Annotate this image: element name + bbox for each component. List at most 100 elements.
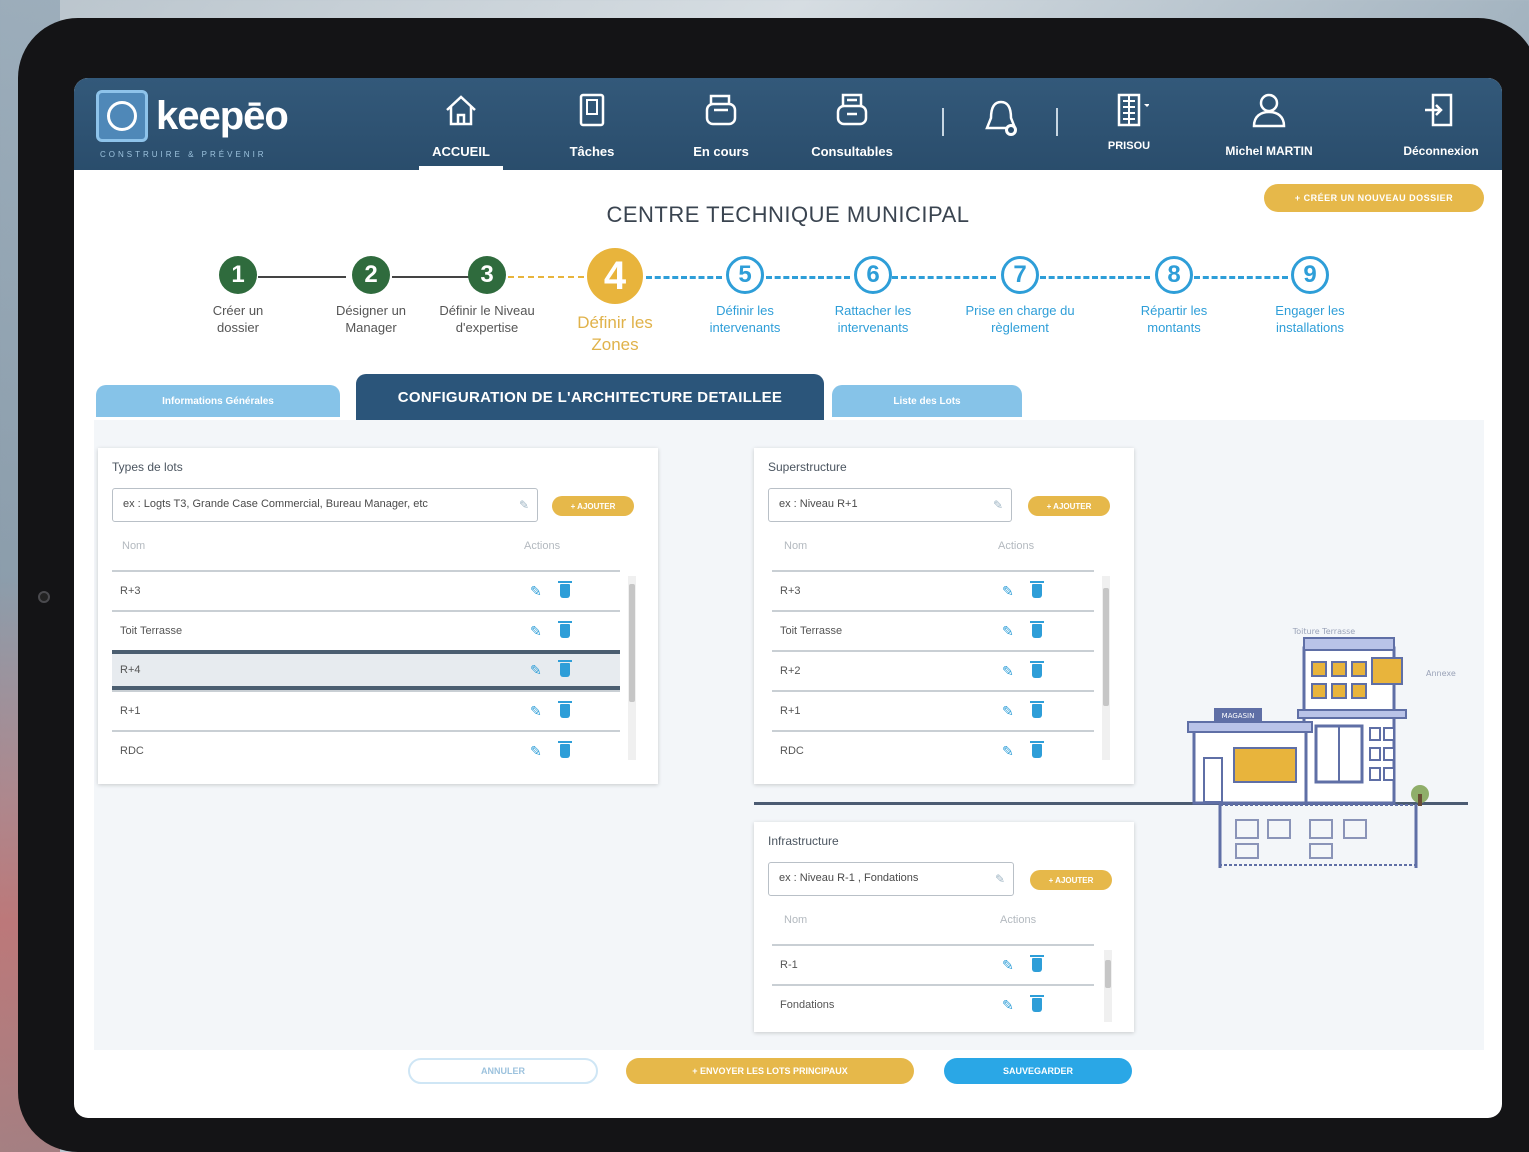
superstructure-list: R+3 ✎ Toit Terrasse ✎ R+2 ✎ R+1 ✎ RDC ✎ bbox=[772, 570, 1094, 770]
bell-icon bbox=[981, 98, 1021, 138]
lot-type-input[interactable]: ex : Logts T3, Grande Case Commercial, B… bbox=[112, 488, 538, 522]
nav-accueil[interactable]: ACCUEIL bbox=[419, 86, 503, 170]
edit-icon[interactable]: ✎ bbox=[1002, 998, 1016, 1012]
home-icon bbox=[441, 90, 481, 130]
trash-icon[interactable] bbox=[558, 581, 572, 598]
step-7[interactable]: 7 Prise en charge du règlement bbox=[955, 256, 1085, 336]
logout-button[interactable]: Déconnexion bbox=[1396, 86, 1486, 170]
step-1[interactable]: 1 Créer un dossier bbox=[173, 256, 303, 336]
nav-separator bbox=[1056, 108, 1058, 136]
table-row[interactable]: R+1 ✎ bbox=[772, 690, 1094, 730]
step-8[interactable]: 8 Répartir les montants bbox=[1109, 256, 1239, 336]
panel-title: Infrastructure bbox=[768, 834, 839, 848]
document-icon bbox=[572, 90, 612, 130]
tablet-camera bbox=[38, 591, 50, 603]
trash-icon[interactable] bbox=[1030, 741, 1044, 758]
edit-icon[interactable]: ✎ bbox=[530, 744, 544, 758]
edit-icon[interactable]: ✎ bbox=[1002, 704, 1016, 718]
trash-icon[interactable] bbox=[1030, 701, 1044, 718]
save-button[interactable]: SAUVEGARDER bbox=[944, 1058, 1132, 1084]
step-label: Définir les Zones bbox=[577, 313, 653, 354]
superstructure-input[interactable]: ex : Niveau R+1 ✎ bbox=[768, 488, 1012, 522]
nav-consultables[interactable]: Consultables bbox=[807, 86, 897, 170]
nav-taches[interactable]: Tâches bbox=[562, 86, 622, 170]
add-superstructure-button[interactable]: + AJOUTER bbox=[1028, 496, 1110, 516]
table-row[interactable]: R-1 ✎ bbox=[772, 944, 1094, 984]
logo-tagline: CONSTRUIRE & PRÉVENIR bbox=[100, 150, 267, 159]
step-4[interactable]: 4 Définir les Zones bbox=[550, 248, 680, 356]
user-menu[interactable]: Michel MARTIN bbox=[1214, 86, 1324, 170]
trash-icon[interactable] bbox=[558, 660, 572, 677]
building-illustration: MAGASIN Toiture Terrasse Annexe bbox=[1187, 627, 1456, 868]
trash-icon[interactable] bbox=[1030, 661, 1044, 678]
edit-icon[interactable]: ✎ bbox=[1002, 958, 1016, 972]
scrollbar[interactable] bbox=[1104, 950, 1112, 1022]
folder-stack-icon bbox=[701, 90, 741, 130]
column-header-actions: Actions bbox=[1000, 914, 1037, 926]
pencil-icon: ✎ bbox=[992, 498, 1003, 512]
table-row[interactable]: R+2 ✎ bbox=[772, 650, 1094, 690]
app-logo[interactable]: keepēo bbox=[96, 90, 289, 142]
annex-label: Annexe bbox=[1426, 669, 1456, 678]
table-row[interactable]: Fondations ✎ bbox=[772, 984, 1094, 1024]
top-navigation-bar: keepēo CONSTRUIRE & PRÉVENIR ACCUEIL Tâc… bbox=[74, 78, 1502, 170]
tab-liste-des-lots[interactable]: Liste des Lots bbox=[832, 385, 1022, 417]
step-number: 6 bbox=[854, 256, 892, 294]
panel-title: Superstructure bbox=[768, 460, 847, 474]
tab-informations-generales[interactable]: Informations Générales bbox=[96, 385, 340, 417]
step-label: Prise en charge du règlement bbox=[965, 303, 1075, 335]
panel-infrastructure: Infrastructure ex : Niveau R-1 , Fondati… bbox=[754, 822, 1134, 1032]
org-selector[interactable]: PRISOU bbox=[1094, 86, 1164, 170]
scrollbar[interactable] bbox=[628, 576, 636, 760]
trash-icon[interactable] bbox=[1030, 581, 1044, 598]
step-3[interactable]: 3 Définir le Niveau d'expertise bbox=[422, 256, 552, 336]
table-row[interactable]: Toit Terrasse ✎ bbox=[112, 610, 620, 650]
workflow-stepper: 1 Créer un dossier 2 Désigner un Manager… bbox=[74, 248, 1502, 358]
edit-icon[interactable]: ✎ bbox=[1002, 744, 1016, 758]
scrollbar[interactable] bbox=[1102, 576, 1110, 760]
table-row[interactable]: R+3 ✎ bbox=[772, 570, 1094, 610]
trash-icon[interactable] bbox=[558, 701, 572, 718]
trash-icon[interactable] bbox=[1030, 955, 1044, 972]
send-main-lots-button[interactable]: + ENVOYER LES LOTS PRINCIPAUX bbox=[626, 1058, 914, 1084]
step-5[interactable]: 5 Définir les intervenants bbox=[680, 256, 810, 336]
edit-icon[interactable]: ✎ bbox=[530, 624, 544, 638]
infrastructure-list: R-1 ✎ Fondations ✎ bbox=[772, 944, 1094, 1024]
pencil-icon: ✎ bbox=[994, 872, 1005, 886]
edit-icon[interactable]: ✎ bbox=[530, 704, 544, 718]
logo-mark-icon bbox=[96, 90, 148, 142]
table-row-selected[interactable]: R+4 ✎ bbox=[112, 650, 620, 690]
exit-door-icon bbox=[1421, 90, 1461, 130]
edit-icon[interactable]: ✎ bbox=[1002, 664, 1016, 678]
table-row[interactable]: RDC ✎ bbox=[772, 730, 1094, 770]
trash-icon[interactable] bbox=[1030, 995, 1044, 1012]
nav-en-cours[interactable]: En cours bbox=[691, 86, 751, 170]
trash-icon[interactable] bbox=[1030, 621, 1044, 638]
table-row[interactable]: R+3 ✎ bbox=[112, 570, 620, 610]
column-header-actions: Actions bbox=[524, 540, 561, 552]
step-number: 8 bbox=[1155, 256, 1193, 294]
panel-types-de-lots: Types de lots ex : Logts T3, Grande Case… bbox=[98, 448, 658, 784]
table-row[interactable]: Toit Terrasse ✎ bbox=[772, 610, 1094, 650]
step-number: 9 bbox=[1291, 256, 1329, 294]
step-2[interactable]: 2 Désigner un Manager bbox=[306, 256, 436, 336]
step-9[interactable]: 9 Engager les installations bbox=[1245, 256, 1375, 336]
column-header-name: Nom bbox=[122, 540, 146, 552]
notifications-button[interactable] bbox=[976, 86, 1026, 170]
table-row[interactable]: RDC ✎ bbox=[112, 730, 620, 770]
trash-icon[interactable] bbox=[558, 741, 572, 758]
edit-icon[interactable]: ✎ bbox=[1002, 624, 1016, 638]
add-infrastructure-button[interactable]: + AJOUTER bbox=[1030, 870, 1112, 890]
infrastructure-input[interactable]: ex : Niveau R-1 , Fondations ✎ bbox=[768, 862, 1014, 896]
edit-icon[interactable]: ✎ bbox=[530, 584, 544, 598]
trash-icon[interactable] bbox=[558, 621, 572, 638]
pencil-icon: ✎ bbox=[518, 498, 529, 512]
table-row[interactable]: R+1 ✎ bbox=[112, 690, 620, 730]
step-6[interactable]: 6 Rattacher les intervenants bbox=[808, 256, 938, 336]
new-folder-button[interactable]: + CRÉER UN NOUVEAU DOSSIER bbox=[1264, 184, 1484, 212]
tab-configuration-architecture[interactable]: CONFIGURATION DE L'ARCHITECTURE DETAILLE… bbox=[356, 374, 824, 420]
edit-icon[interactable]: ✎ bbox=[530, 663, 544, 677]
cancel-button[interactable]: ANNULER bbox=[408, 1058, 598, 1084]
edit-icon[interactable]: ✎ bbox=[1002, 584, 1016, 598]
add-lot-type-button[interactable]: + AJOUTER bbox=[552, 496, 634, 516]
